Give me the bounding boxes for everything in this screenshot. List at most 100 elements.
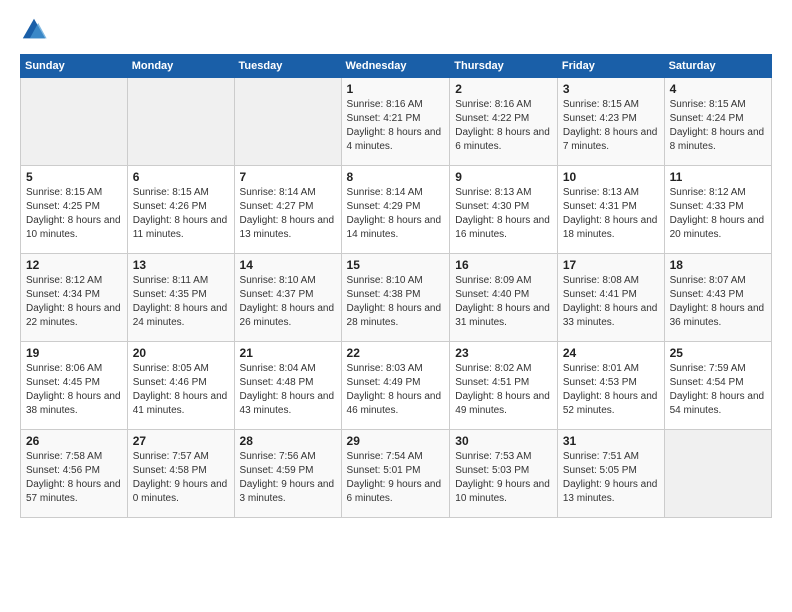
header — [20, 16, 772, 44]
day-number: 3 — [563, 82, 659, 96]
day-info: Sunrise: 7:58 AM Sunset: 4:56 PM Dayligh… — [26, 450, 122, 506]
table-row: 6Sunrise: 8:15 AM Sunset: 4:26 PM Daylig… — [127, 166, 234, 254]
table-row: 29Sunrise: 7:54 AM Sunset: 5:01 PM Dayli… — [341, 430, 450, 518]
day-number: 11 — [670, 170, 766, 184]
table-row: 18 Sunrise: 8:07 AM Sunset: 4:43 PM Dayli… — [664, 254, 771, 342]
day-info: Sunrise: 7:59 AM Sunset: 4:54 PM Dayligh… — [670, 362, 766, 418]
table-row: 21Sunrise: 8:04 AM Sunset: 4:48 PM Dayli… — [234, 342, 341, 430]
day-number: 30 — [455, 434, 552, 448]
table-row — [234, 78, 341, 166]
day-info: Sunrise: 8:02 AM Sunset: 4:51 PM Dayligh… — [455, 362, 552, 418]
calendar-week-row: 26 Sunrise: 7:58 AM Sunset: 4:56 PM Dayli… — [21, 430, 772, 518]
col-monday: Monday — [127, 55, 234, 78]
day-number: 17 — [563, 258, 659, 272]
day-info: Sunrise: 8:07 AM Sunset: 4:43 PM Dayligh… — [670, 274, 766, 330]
day-info: Sunrise: 8:15 AM Sunset: 4:24 PM Dayligh… — [670, 98, 766, 154]
col-thursday: Thursday — [450, 55, 558, 78]
day-info: Sunrise: 8:14 AM Sunset: 4:27 PM Dayligh… — [240, 186, 336, 242]
day-info: Sunrise: 8:10 AM Sunset: 4:37 PM Dayligh… — [240, 274, 336, 330]
col-friday: Friday — [557, 55, 664, 78]
calendar-header-row: Sunday Monday Tuesday Wednesday Thursday… — [21, 55, 772, 78]
day-number: 31 — [563, 434, 659, 448]
table-row: 25 Sunrise: 7:59 AM Sunset: 4:54 PM Dayli… — [664, 342, 771, 430]
day-info: Sunrise: 8:15 AM Sunset: 4:23 PM Dayligh… — [563, 98, 659, 154]
day-number: 25 — [670, 346, 766, 360]
table-row: 17 Sunrise: 8:08 AM Sunset: 4:41 PM Dayli… — [557, 254, 664, 342]
table-row: 2 Sunrise: 8:16 AM Sunset: 4:22 PM Daylig… — [450, 78, 558, 166]
col-tuesday: Tuesday — [234, 55, 341, 78]
day-info: Sunrise: 8:16 AM Sunset: 4:21 PM Dayligh… — [347, 98, 445, 154]
day-info: Sunrise: 8:09 AM Sunset: 4:40 PM Dayligh… — [455, 274, 552, 330]
table-row: 3 Sunrise: 8:15 AM Sunset: 4:23 PM Daylig… — [557, 78, 664, 166]
logo-icon — [20, 16, 48, 44]
day-number: 29 — [347, 434, 445, 448]
table-row: 14 Sunrise: 8:10 AM Sunset: 4:37 PM Dayli… — [234, 254, 341, 342]
day-number: 16 — [455, 258, 552, 272]
day-info: Sunrise: 8:14 AM Sunset: 4:29 PM Dayligh… — [347, 186, 445, 242]
day-number: 5 — [26, 170, 122, 184]
table-row — [21, 78, 128, 166]
calendar-week-row: 5 Sunrise: 8:15 AM Sunset: 4:25 PM Daylig… — [21, 166, 772, 254]
day-number: 10 — [563, 170, 659, 184]
table-row: 26 Sunrise: 7:58 AM Sunset: 4:56 PM Dayli… — [21, 430, 128, 518]
col-wednesday: Wednesday — [341, 55, 450, 78]
table-row: 28 Sunrise: 7:56 AM Sunset: 4:59 PM Dayli… — [234, 430, 341, 518]
day-number: 7 — [240, 170, 336, 184]
day-number: 1 — [347, 82, 445, 96]
day-number: 9 — [455, 170, 552, 184]
logo — [20, 16, 50, 44]
table-row: 31Sunrise: 7:51 AM Sunset: 5:05 PM Dayli… — [557, 430, 664, 518]
page: Sunday Monday Tuesday Wednesday Thursday… — [0, 0, 792, 612]
day-number: 18 — [670, 258, 766, 272]
table-row: 23 Sunrise: 8:02 AM Sunset: 4:51 PM Dayli… — [450, 342, 558, 430]
table-row: 12 Sunrise: 8:12 AM Sunset: 4:34 PM Dayli… — [21, 254, 128, 342]
day-info: Sunrise: 8:12 AM Sunset: 4:34 PM Dayligh… — [26, 274, 122, 330]
table-row: 1 Sunrise: 8:16 AM Sunset: 4:21 PM Daylig… — [341, 78, 450, 166]
table-row: 9 Sunrise: 8:13 AM Sunset: 4:30 PM Daylig… — [450, 166, 558, 254]
day-number: 26 — [26, 434, 122, 448]
day-info: Sunrise: 8:16 AM Sunset: 4:22 PM Dayligh… — [455, 98, 552, 154]
day-number: 24 — [563, 346, 659, 360]
day-number: 19 — [26, 346, 122, 360]
day-info: Sunrise: 8:15 AM Sunset: 4:26 PM Dayligh… — [133, 186, 229, 242]
table-row: 22Sunrise: 8:03 AM Sunset: 4:49 PM Dayli… — [341, 342, 450, 430]
day-info: Sunrise: 8:01 AM Sunset: 4:53 PM Dayligh… — [563, 362, 659, 418]
day-number: 27 — [133, 434, 229, 448]
day-number: 21 — [240, 346, 336, 360]
table-row: 30 Sunrise: 7:53 AM Sunset: 5:03 PM Dayli… — [450, 430, 558, 518]
day-info: Sunrise: 8:08 AM Sunset: 4:41 PM Dayligh… — [563, 274, 659, 330]
day-info: Sunrise: 7:56 AM Sunset: 4:59 PM Dayligh… — [240, 450, 336, 506]
table-row: 24 Sunrise: 8:01 AM Sunset: 4:53 PM Dayli… — [557, 342, 664, 430]
day-info: Sunrise: 8:05 AM Sunset: 4:46 PM Dayligh… — [133, 362, 229, 418]
table-row: 4 Sunrise: 8:15 AM Sunset: 4:24 PM Daylig… — [664, 78, 771, 166]
calendar-week-row: 19 Sunrise: 8:06 AM Sunset: 4:45 PM Dayli… — [21, 342, 772, 430]
table-row: 7 Sunrise: 8:14 AM Sunset: 4:27 PM Daylig… — [234, 166, 341, 254]
day-info: Sunrise: 7:53 AM Sunset: 5:03 PM Dayligh… — [455, 450, 552, 506]
table-row: 13Sunrise: 8:11 AM Sunset: 4:35 PM Dayli… — [127, 254, 234, 342]
calendar-week-row: 1 Sunrise: 8:16 AM Sunset: 4:21 PM Daylig… — [21, 78, 772, 166]
day-info: Sunrise: 8:11 AM Sunset: 4:35 PM Dayligh… — [133, 274, 229, 330]
day-info: Sunrise: 8:15 AM Sunset: 4:25 PM Dayligh… — [26, 186, 122, 242]
table-row: 27Sunrise: 7:57 AM Sunset: 4:58 PM Dayli… — [127, 430, 234, 518]
col-sunday: Sunday — [21, 55, 128, 78]
day-info: Sunrise: 8:13 AM Sunset: 4:31 PM Dayligh… — [563, 186, 659, 242]
table-row: 19 Sunrise: 8:06 AM Sunset: 4:45 PM Dayli… — [21, 342, 128, 430]
day-info: Sunrise: 8:10 AM Sunset: 4:38 PM Dayligh… — [347, 274, 445, 330]
day-number: 20 — [133, 346, 229, 360]
col-saturday: Saturday — [664, 55, 771, 78]
table-row — [664, 430, 771, 518]
table-row: 5 Sunrise: 8:15 AM Sunset: 4:25 PM Daylig… — [21, 166, 128, 254]
day-info: Sunrise: 8:03 AM Sunset: 4:49 PM Dayligh… — [347, 362, 445, 418]
day-number: 4 — [670, 82, 766, 96]
day-number: 23 — [455, 346, 552, 360]
table-row: 20 Sunrise: 8:05 AM Sunset: 4:46 PM Dayli… — [127, 342, 234, 430]
day-number: 14 — [240, 258, 336, 272]
day-number: 28 — [240, 434, 336, 448]
day-info: Sunrise: 8:06 AM Sunset: 4:45 PM Dayligh… — [26, 362, 122, 418]
table-row: 11Sunrise: 8:12 AM Sunset: 4:33 PM Dayli… — [664, 166, 771, 254]
day-number: 2 — [455, 82, 552, 96]
day-info: Sunrise: 8:13 AM Sunset: 4:30 PM Dayligh… — [455, 186, 552, 242]
day-number: 12 — [26, 258, 122, 272]
table-row: 15Sunrise: 8:10 AM Sunset: 4:38 PM Dayli… — [341, 254, 450, 342]
calendar-table: Sunday Monday Tuesday Wednesday Thursday… — [20, 54, 772, 518]
